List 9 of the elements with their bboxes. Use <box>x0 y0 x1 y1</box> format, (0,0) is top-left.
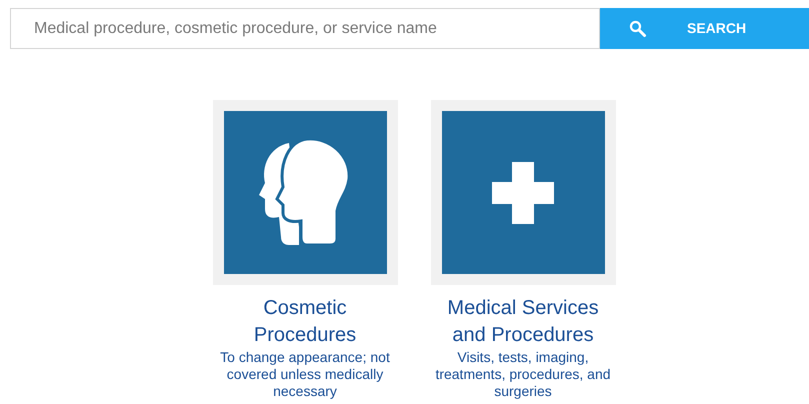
category-tile[interactable] <box>212 100 398 285</box>
search-icon <box>629 20 647 38</box>
search-field[interactable]: Medical procedure, cosmetic procedure, or service name <box>10 8 600 49</box>
category-tile[interactable] <box>430 100 616 285</box>
category-title[interactable]: Cosmetic Procedures <box>212 295 398 349</box>
category-title[interactable]: Medical Services and Procedures <box>430 295 616 349</box>
category-description: Visits, tests, imaging, treatments, procedures, and surgeries <box>434 349 612 400</box>
plus-cross-icon <box>492 162 554 224</box>
category-description: To change appearance; not covered unless medically necessary <box>219 349 391 400</box>
